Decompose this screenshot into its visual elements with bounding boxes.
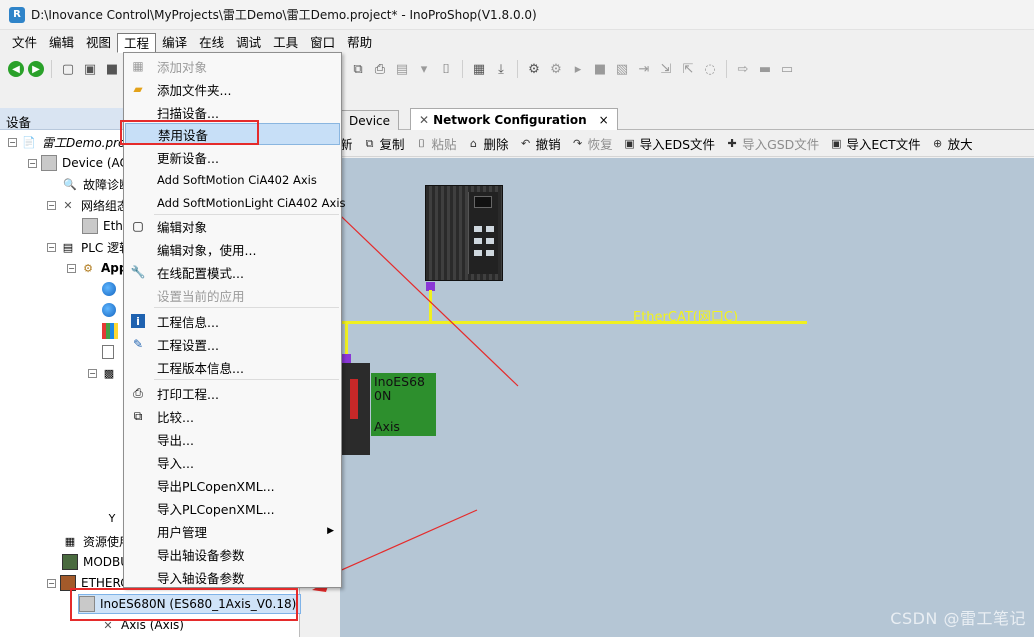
submenu-arrow-icon: ▶ (327, 526, 334, 536)
print-icon: ⎙ (133, 385, 143, 400)
menu-separator (154, 379, 339, 380)
info-icon: i (131, 314, 145, 328)
menu-item-label: 工程信息... (157, 314, 219, 330)
menu-item-import[interactable]: 导入... (125, 451, 340, 473)
menu-item-label: 更新设备... (157, 150, 219, 166)
menu-item-add-object[interactable]: ▦ 添加对象 (125, 55, 340, 77)
menu-item-add-softmotion-axis[interactable]: Add SoftMotion CiA402 Axis (125, 169, 340, 191)
menu-item-add-folder[interactable]: ▰ 添加文件夹... (125, 78, 340, 100)
menu-item-label: 导入PLCopenXML... (157, 501, 275, 517)
menu-item-label: 扫描设备... (157, 105, 219, 121)
menu-item-label: 导出... (157, 432, 194, 448)
edit-object-icon: ▢ (132, 219, 144, 233)
menu-item-import-axis-params[interactable]: 导入轴设备参数 (125, 566, 340, 588)
menu-item-label: 工程版本信息... (157, 360, 244, 376)
menu-item-label: 导出轴设备参数 (157, 547, 245, 563)
menu-item-label: Add SoftMotionLight CiA402 Axis (157, 196, 346, 210)
menu-item-label: 在线配置模式... (157, 265, 244, 281)
menu-item-export-plcopenxml[interactable]: 导出PLCopenXML... (125, 474, 340, 496)
menu-item-edit-object-with[interactable]: 编辑对象，使用... (125, 238, 340, 260)
menu-item-user-management[interactable]: 用户管理 ▶ (125, 520, 340, 542)
wrench-icon: 🔧 (130, 265, 146, 279)
menu-item-label: 导入轴设备参数 (157, 570, 245, 586)
menu-item-label: 添加文件夹... (157, 82, 232, 98)
menu-separator (154, 307, 339, 308)
folder-icon: ▰ (133, 82, 143, 96)
settings-icon: ✎ (132, 337, 144, 351)
menu-item-project-settings[interactable]: ✎ 工程设置... (125, 333, 340, 355)
menu-item-label: 添加对象 (157, 59, 208, 75)
menu-item-label: 导出PLCopenXML... (157, 478, 275, 494)
menu-item-set-active-application[interactable]: 设置当前的应用 (125, 284, 340, 306)
menu-item-update-device[interactable]: 更新设备... (125, 146, 340, 168)
menu-item-label: 导入... (157, 455, 194, 471)
menu-item-online-config-mode[interactable]: 🔧 在线配置模式... (125, 261, 340, 283)
menu-item-add-softmotionlight-axis[interactable]: Add SoftMotionLight CiA402 Axis (125, 192, 346, 214)
menu-item-compare[interactable]: ⧉ 比较... (125, 405, 340, 427)
menu-item-label: 工程设置... (157, 337, 219, 353)
menu-item-label: 编辑对象，使用... (157, 242, 257, 258)
menu-item-export[interactable]: 导出... (125, 428, 340, 450)
menu-item-project-version-info[interactable]: 工程版本信息... (125, 356, 340, 378)
menu-item-label: 设置当前的应用 (157, 288, 245, 304)
menu-item-label: 比较... (157, 409, 194, 425)
menu-item-edit-object[interactable]: ▢ 编辑对象 (125, 215, 340, 237)
menu-item-label: 用户管理 (157, 524, 208, 540)
menu-item-label: 打印工程... (157, 386, 219, 402)
compare-icon: ⧉ (133, 408, 143, 423)
menu-item-print-project[interactable]: ⎙ 打印工程... (125, 382, 340, 404)
annotation-box-disable-device (120, 120, 259, 145)
menu-item-project-info[interactable]: i 工程信息... (125, 310, 340, 332)
menu-item-label: Add SoftMotion CiA402 Axis (157, 173, 317, 187)
watermark: CSDN @雷工笔记 (890, 609, 1026, 628)
menu-item-label: 编辑对象 (157, 219, 208, 235)
menu-item-export-axis-params[interactable]: 导出轴设备参数 (125, 543, 340, 565)
add-object-icon: ▦ (132, 59, 144, 73)
annotation-box-device-row (70, 588, 298, 621)
menu-item-import-plcopenxml[interactable]: 导入PLCopenXML... (125, 497, 340, 519)
